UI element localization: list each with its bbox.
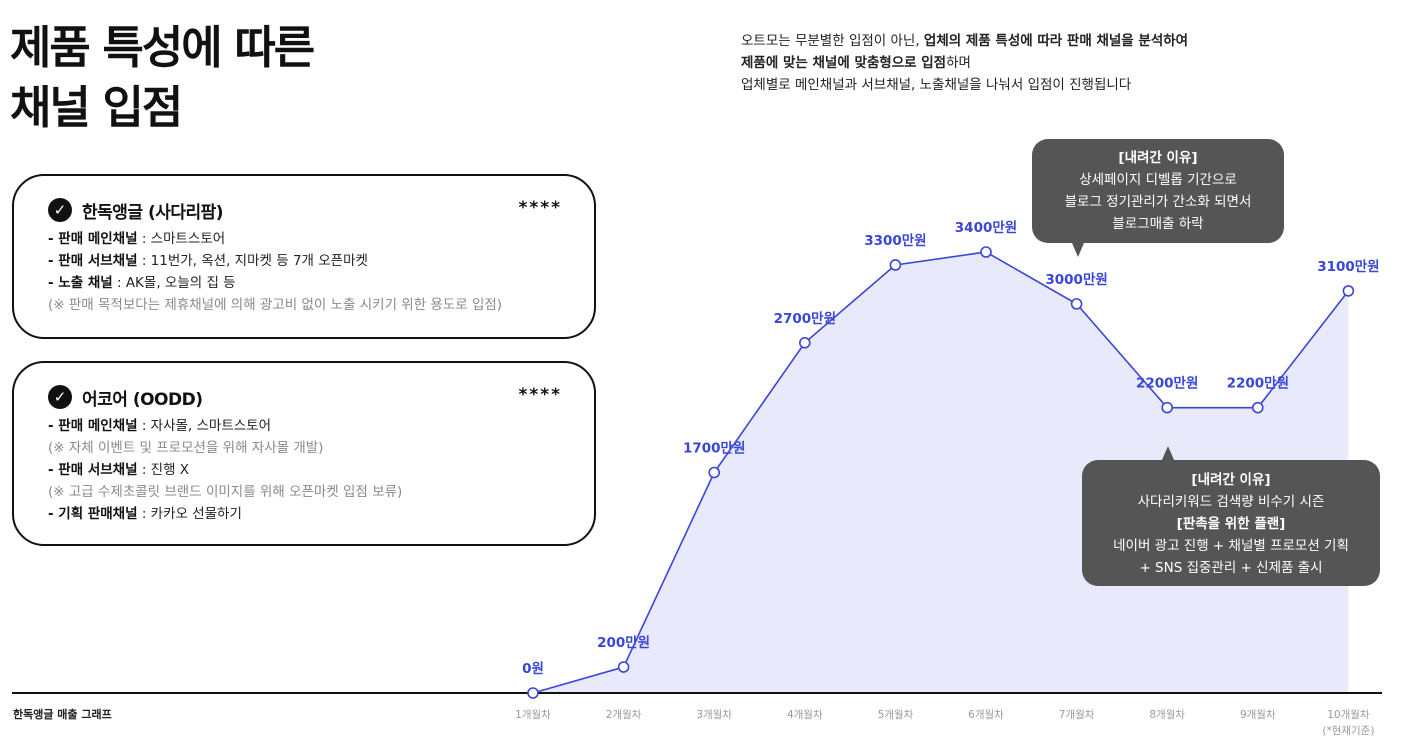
chart-caption: 한독앵글 매출 그래프 xyxy=(13,708,112,721)
x-tick-label: 5개월차 xyxy=(878,709,914,721)
revenue-chart: 0원 1개월차 200만원 2개월차 1700만원 3개월차 2700만원 4개월차 3300만… xyxy=(12,220,1382,737)
callout-heading-plan: [판촉을 위한 플랜] xyxy=(1176,516,1286,532)
x-tick-label: 9개월차 xyxy=(1240,709,1276,721)
callout-decline-reason-2: [내려간 이유] 사다리키워드 검색량 비수기 시즌 [판촉을 위한 플랜] 네… xyxy=(1082,446,1380,586)
data-label: 2200만원 xyxy=(1227,376,1289,392)
callout-heading: [내려간 이유] xyxy=(1118,150,1198,166)
callout-heading: [내려간 이유] xyxy=(1191,472,1271,488)
x-tick-label: 6개월차 xyxy=(968,709,1004,721)
callout-line: 상세페이지 디벨롭 기간으로 xyxy=(1079,172,1237,188)
data-label: 2200만원 xyxy=(1136,376,1198,392)
data-label: 3400만원 xyxy=(955,220,1017,236)
data-point xyxy=(708,466,721,479)
data-label: 200만원 xyxy=(597,635,650,651)
data-point xyxy=(980,246,992,258)
data-point xyxy=(889,259,902,271)
data-label: 3300만원 xyxy=(864,233,926,249)
callout-line: 블로그 정기관리가 간소화 되면서 xyxy=(1064,194,1252,210)
data-point xyxy=(798,336,811,349)
data-point xyxy=(527,687,539,699)
x-tick-label: 3개월차 xyxy=(696,709,732,721)
data-label: 3000만원 xyxy=(1045,272,1107,288)
data-point xyxy=(1252,401,1264,414)
callout-line: 블로그매출 하락 xyxy=(1112,216,1204,232)
callout-line: 네이버 광고 진행 + 채널별 프로모션 기획 xyxy=(1113,538,1349,554)
x-tick-label: 10개월차 xyxy=(1327,709,1370,721)
data-label: 3100만원 xyxy=(1317,259,1379,275)
data-point xyxy=(1342,285,1355,297)
data-point xyxy=(1161,401,1173,414)
data-label: 1700만원 xyxy=(683,441,745,457)
x-tick-label: 7개월차 xyxy=(1059,709,1095,721)
callout-line: + SNS 집중관리 + 신제품 출시 xyxy=(1139,560,1323,576)
data-label: 2700만원 xyxy=(774,311,836,327)
x-tick-label: 4개월차 xyxy=(787,709,823,721)
data-point xyxy=(1070,298,1083,310)
data-point xyxy=(617,661,630,673)
x-tick-label: 8개월차 xyxy=(1149,709,1185,721)
callout-line: 사다리키워드 검색량 비수기 시즌 xyxy=(1137,494,1325,510)
x-tick-label: 2개월차 xyxy=(606,709,642,721)
callout-decline-reason-1: [내려간 이유] 상세페이지 디벨롭 기간으로 블로그 정기관리가 간소화 되면… xyxy=(1032,139,1284,257)
x-tick-label: 1개월차 xyxy=(515,709,551,721)
data-label: 0원 xyxy=(522,661,544,677)
x-tick-sublabel: (*현재기준) xyxy=(1322,725,1374,737)
